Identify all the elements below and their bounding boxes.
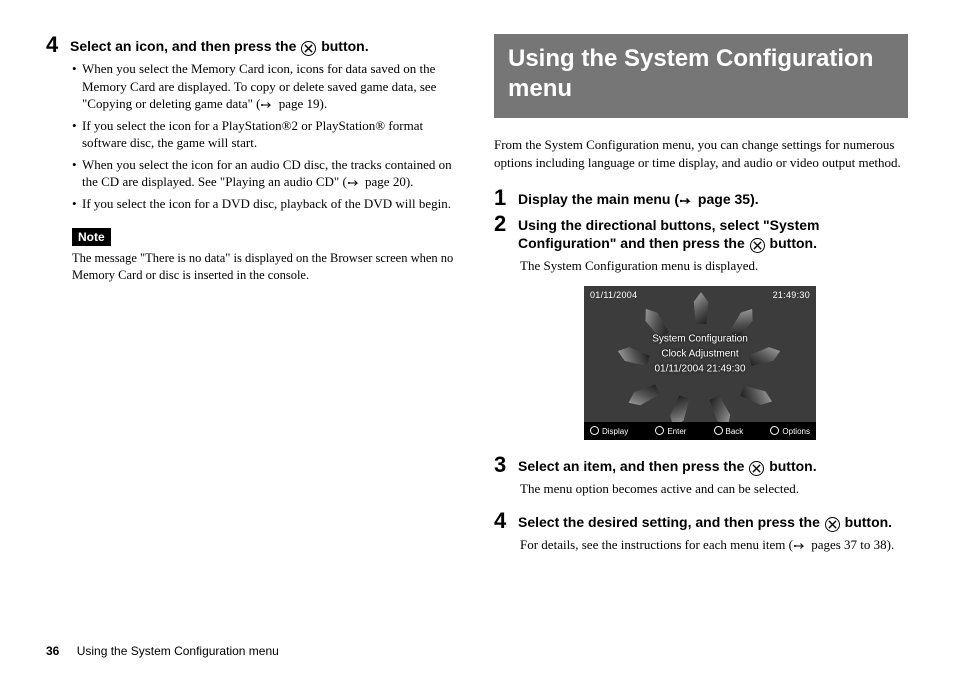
- x-button-icon: [825, 517, 840, 532]
- x-button-icon: [749, 461, 764, 476]
- step-3-body: The menu option becomes active and can b…: [520, 480, 908, 498]
- bar-enter: Enter: [655, 426, 686, 436]
- step-number: 4: [46, 34, 62, 56]
- step-heading: Select an icon, and then press the butto…: [70, 34, 369, 56]
- text: button.: [845, 514, 892, 530]
- step-heading: Select an item, and then press the butto…: [518, 454, 817, 476]
- text: page 35).: [694, 191, 759, 207]
- list-item: If you select the icon for a DVD disc, p…: [72, 195, 460, 213]
- text: System Configuration: [652, 332, 748, 347]
- text: page 19).: [275, 96, 327, 111]
- page-ref-icon: [794, 542, 806, 550]
- bar-options: Options: [770, 426, 810, 436]
- text: button.: [770, 235, 817, 251]
- step-heading: Display the main menu ( page 35).: [518, 187, 759, 209]
- right-column: Using the System Configuration menu From…: [494, 34, 908, 640]
- text: pages 37 to 38).: [808, 537, 894, 552]
- text: button.: [321, 38, 368, 54]
- page-ref-icon: [261, 101, 273, 109]
- bar-back: Back: [714, 426, 744, 436]
- text: page 20).: [362, 174, 414, 189]
- text: If you select the icon for a DVD disc, p…: [82, 196, 451, 211]
- bar-display: Display: [590, 426, 628, 436]
- step-number: 3: [494, 454, 510, 476]
- right-step-2: 2 Using the directional buttons, select …: [494, 213, 908, 253]
- page-number: 36: [46, 644, 59, 658]
- list-item: If you select the icon for a PlayStation…: [72, 117, 460, 152]
- step-4-body: For details, see the instructions for ea…: [520, 536, 908, 554]
- step-4-bullets: When you select the Memory Card icon, ic…: [72, 60, 460, 212]
- note-label: Note: [72, 228, 111, 246]
- manual-page: 4 Select an icon, and then press the but…: [0, 0, 954, 640]
- left-step-4: 4 Select an icon, and then press the but…: [46, 34, 460, 56]
- right-step-1: 1 Display the main menu ( page 35).: [494, 187, 908, 209]
- text: Display the main menu (: [518, 191, 679, 207]
- page-footer: 36 Using the System Configuration menu: [46, 644, 279, 658]
- right-step-4: 4 Select the desired setting, and then p…: [494, 510, 908, 532]
- step-2-body: The System Configuration menu is display…: [520, 257, 908, 275]
- page-ref-icon: [680, 197, 692, 205]
- text: button.: [769, 458, 816, 474]
- system-config-screenshot: 01/11/2004 21:49:30 System Configuration…: [584, 286, 816, 440]
- right-step-3: 3 Select an item, and then press the but…: [494, 454, 908, 476]
- step-number: 1: [494, 187, 510, 209]
- left-column: 4 Select an icon, and then press the but…: [46, 34, 460, 640]
- x-button-icon: [301, 41, 316, 56]
- text: Clock Adjustment: [652, 347, 748, 362]
- screenshot-center-text: System Configuration Clock Adjustment 01…: [652, 332, 748, 377]
- screenshot-screen: 01/11/2004 21:49:30 System Configuration…: [584, 286, 816, 422]
- x-button-icon: [750, 238, 765, 253]
- footer-title: Using the System Configuration menu: [77, 644, 279, 658]
- list-item: When you select the Memory Card icon, ic…: [72, 60, 460, 113]
- text: If you select the icon for a PlayStation…: [82, 118, 423, 151]
- section-title: Using the System Configuration menu: [494, 34, 908, 118]
- step-number: 2: [494, 213, 510, 235]
- list-item: When you select the icon for an audio CD…: [72, 156, 460, 191]
- step-heading: Select the desired setting, and then pre…: [518, 510, 892, 532]
- text: Select the desired setting, and then pre…: [518, 514, 824, 530]
- text: For details, see the instructions for ea…: [520, 537, 793, 552]
- text: When you select the Memory Card icon, ic…: [82, 61, 436, 111]
- step-heading: Using the directional buttons, select "S…: [518, 213, 908, 253]
- text: Select an icon, and then press the: [70, 38, 300, 54]
- text: Select an item, and then press the: [518, 458, 748, 474]
- step-number: 4: [494, 510, 510, 532]
- page-ref-icon: [348, 179, 360, 187]
- section-intro: From the System Configuration menu, you …: [494, 136, 908, 171]
- text: 01/11/2004 21:49:30: [652, 362, 748, 377]
- screenshot-buttonbar: Display Enter Back Options: [584, 422, 816, 440]
- note-text: The message "There is no data" is displa…: [72, 250, 460, 284]
